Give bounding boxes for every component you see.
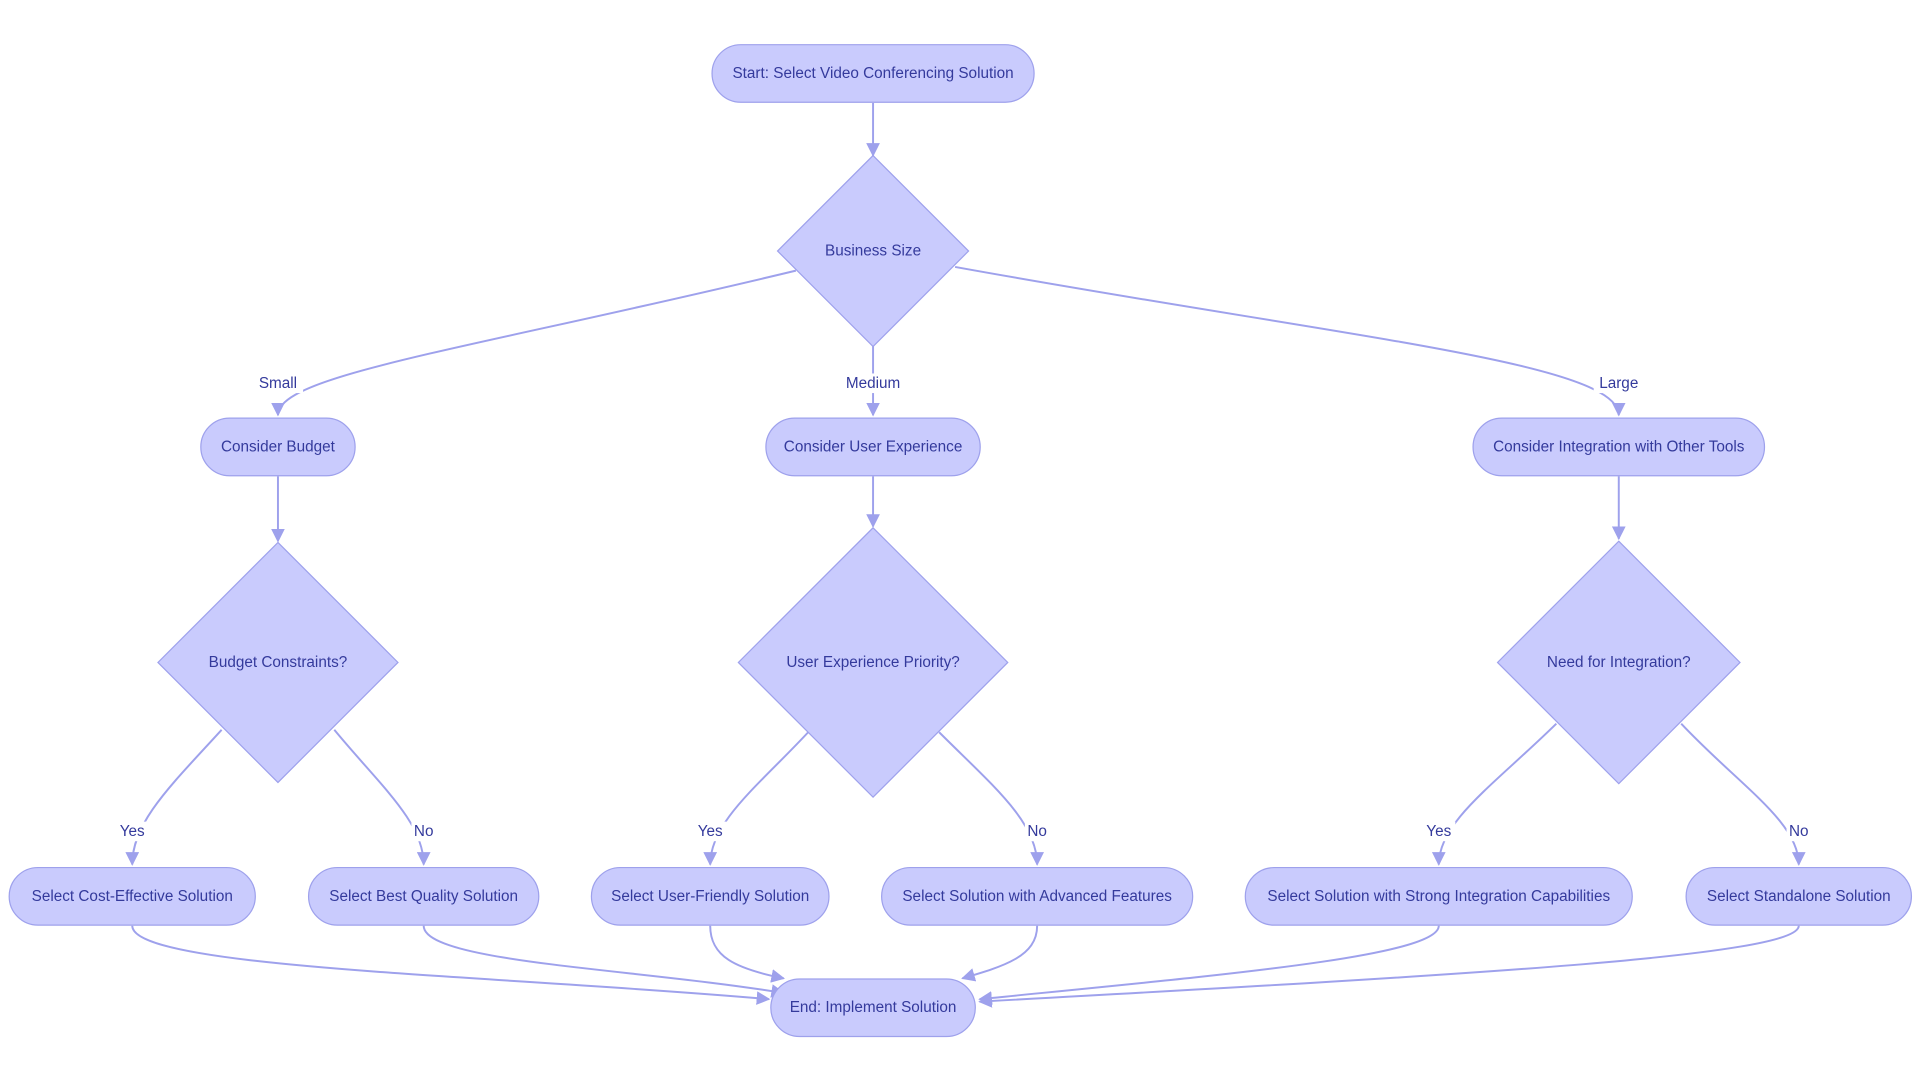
flowchart: Start: Select Video Conferencing Solutio… bbox=[8, 44, 1913, 1038]
edge-label-text: Small bbox=[259, 375, 297, 392]
edge-label-integq-standalone: No bbox=[1786, 821, 1812, 842]
node-label: Select Cost-Effective Solution bbox=[32, 888, 233, 905]
node-label: Select User-Friendly Solution bbox=[611, 888, 809, 905]
edge-label-integq-strong: Yes bbox=[1422, 821, 1456, 842]
edge-advanced-end bbox=[961, 925, 1039, 982]
node-friendly: Select User-Friendly Solution bbox=[590, 866, 830, 926]
node-cost: Select Cost-Effective Solution bbox=[8, 866, 256, 926]
edge-label-text: No bbox=[1027, 823, 1047, 840]
node-label: Select Solution with Strong Integration … bbox=[1267, 888, 1610, 905]
edge-standalone-end bbox=[978, 925, 1800, 1008]
edge-integq-strong bbox=[1431, 722, 1558, 866]
node-uxq: User Experience Priority? bbox=[737, 526, 1009, 799]
node-start: Start: Select Video Conferencing Solutio… bbox=[711, 44, 1035, 103]
node-advanced: Select Solution with Advanced Features bbox=[881, 866, 1194, 926]
node-label: Consider User Experience bbox=[784, 438, 963, 455]
edge-friendly-end bbox=[709, 925, 786, 983]
edge-label-size-budget: Small bbox=[252, 373, 304, 394]
node-label: End: Implement Solution bbox=[790, 999, 957, 1016]
node-label: Consider Integration with Other Tools bbox=[1493, 438, 1745, 455]
edge-size-budget bbox=[271, 269, 797, 417]
node-label: Need for Integration? bbox=[1547, 654, 1691, 671]
node-size: Business Size bbox=[776, 154, 970, 348]
node-label: Budget Constraints? bbox=[209, 654, 348, 671]
edges-layer bbox=[125, 102, 1806, 1008]
node-label: Select Solution with Advanced Features bbox=[902, 888, 1172, 905]
edge-uxq-advanced bbox=[938, 731, 1044, 866]
node-label: Start: Select Video Conferencing Solutio… bbox=[732, 65, 1013, 82]
edge-label-text: Yes bbox=[1426, 823, 1451, 840]
node-budget: Consider Budget bbox=[200, 417, 356, 477]
node-standalone: Select Standalone Solution bbox=[1685, 866, 1913, 926]
node-strong: Select Solution with Strong Integration … bbox=[1244, 866, 1633, 926]
node-label: Select Standalone Solution bbox=[1707, 888, 1891, 905]
node-label: Business Size bbox=[825, 243, 921, 260]
node-integ: Consider Integration with Other Tools bbox=[1472, 417, 1766, 477]
edge-uxq-friendly bbox=[703, 731, 809, 866]
node-label: Consider Budget bbox=[221, 438, 336, 455]
edge-integq-standalone bbox=[1680, 723, 1806, 866]
edge-label-text: Yes bbox=[698, 823, 723, 840]
edge-label-text: Yes bbox=[120, 823, 145, 840]
node-ux: Consider User Experience bbox=[765, 417, 981, 477]
edge-quality-end bbox=[422, 925, 786, 998]
edge-label-text: No bbox=[414, 823, 434, 840]
edge-size-integ bbox=[954, 265, 1626, 417]
edge-label-size-ux: Medium bbox=[843, 373, 903, 394]
edge-label-text: No bbox=[1789, 823, 1809, 840]
edge-label-text: Medium bbox=[846, 375, 900, 392]
edge-cost-end bbox=[131, 925, 771, 1005]
nodes-layer: Start: Select Video Conferencing Solutio… bbox=[8, 44, 1913, 1038]
edge-label-budgetq-cost: Yes bbox=[115, 821, 149, 842]
node-label: User Experience Priority? bbox=[786, 654, 959, 671]
node-quality: Select Best Quality Solution bbox=[307, 866, 540, 926]
edge-label-uxq-advanced: No bbox=[1024, 821, 1050, 842]
edge-budgetq-cost bbox=[125, 729, 223, 866]
node-label: Select Best Quality Solution bbox=[329, 888, 518, 905]
edge-label-budgetq-quality: No bbox=[411, 821, 436, 842]
node-budgetq: Budget Constraints? bbox=[157, 541, 399, 784]
edge-label-size-integ: Large bbox=[1593, 373, 1644, 394]
node-end: End: Implement Solution bbox=[770, 978, 976, 1038]
edge-budgetq-quality bbox=[333, 729, 431, 866]
edge-label-text: Large bbox=[1599, 375, 1638, 392]
edge-label-uxq-friendly: Yes bbox=[693, 821, 727, 842]
